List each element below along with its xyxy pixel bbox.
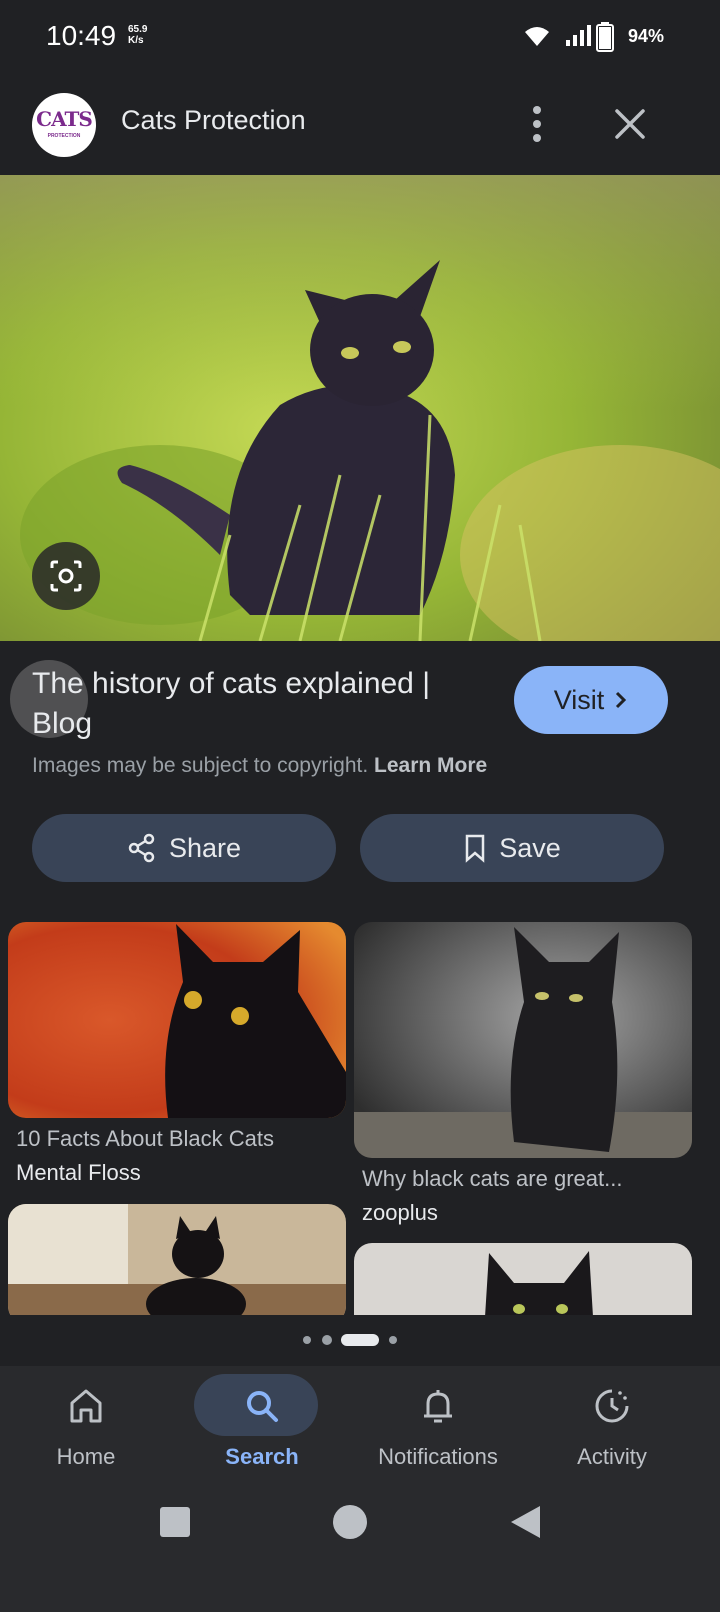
copyright-notice: Images may be subject to copyright. Lear… <box>32 754 487 778</box>
related-source: zooplus <box>362 1200 438 1225</box>
net-speed-value: 65.9 <box>128 24 148 35</box>
bottom-navigation: Home Search Notifications Activity <box>0 1366 720 1492</box>
signal-icon <box>566 25 591 46</box>
more-vert-icon[interactable] <box>522 102 552 146</box>
share-label: Share <box>168 832 242 863</box>
black-cat-in-grass-image <box>0 175 720 641</box>
nav-notifications-label: Notifications <box>378 1444 498 1469</box>
wifi-icon <box>525 27 549 46</box>
search-icon <box>247 1391 278 1422</box>
site-logo[interactable]: CATS PROTECTION <box>32 93 96 157</box>
black-cat-closeup-image <box>354 1243 692 1315</box>
close-icon[interactable] <box>612 106 648 142</box>
nav-home[interactable]: Home <box>0 1366 176 1492</box>
related-source: Mental Floss <box>16 1160 141 1185</box>
battery-icon <box>596 22 614 52</box>
nav-search[interactable]: Search <box>172 1366 352 1492</box>
pager-dot-active <box>341 1334 379 1346</box>
result-title[interactable]: The history of cats explained | Blog <box>32 664 482 744</box>
status-time: 10:49 <box>46 20 117 51</box>
related-image-zooplus[interactable] <box>354 922 692 1158</box>
related-images-grid: 10 Facts About Black Cats Mental Floss W… <box>0 900 720 1315</box>
nav-search-label: Search <box>225 1444 299 1469</box>
black-cat-walking-image <box>354 922 692 1158</box>
logo-text: CATS <box>36 107 93 131</box>
visit-label: Visit <box>553 684 605 715</box>
nav-home-label: Home <box>56 1444 116 1469</box>
status-bar: 10:49 65.9 K/s 94% <box>0 0 720 80</box>
chevron-right-icon <box>616 691 627 709</box>
bookmark-icon <box>465 834 485 863</box>
related-title[interactable]: 10 Facts About Black Cats <box>16 1126 274 1152</box>
black-cat-room-image <box>8 1204 346 1315</box>
activity-icon <box>595 1389 629 1423</box>
nav-notifications[interactable]: Notifications <box>348 1366 528 1492</box>
system-navigation-bar <box>0 1492 720 1612</box>
camera-lens-icon <box>50 560 82 592</box>
nav-activity-label: Activity <box>577 1444 647 1469</box>
nav-activity[interactable]: Activity <box>522 1366 702 1492</box>
related-title[interactable]: Why black cats are great... <box>362 1166 622 1192</box>
learn-more-link[interactable]: Learn More <box>374 754 487 777</box>
share-button[interactable]: Share <box>32 814 336 882</box>
related-image-mental-floss[interactable] <box>8 922 346 1118</box>
battery-percentage: 94% <box>627 26 664 46</box>
pager-dot <box>322 1335 332 1345</box>
back-button[interactable] <box>508 1504 542 1540</box>
save-label: Save <box>499 832 561 863</box>
pager-dot <box>389 1336 397 1344</box>
net-speed: 65.9 K/s <box>128 24 147 46</box>
black-cat-orange-bg-image <box>8 922 346 1118</box>
hero-image[interactable] <box>0 175 720 641</box>
home-system-button[interactable] <box>333 1505 367 1539</box>
save-button[interactable]: Save <box>360 814 664 882</box>
bell-icon <box>424 1390 452 1423</box>
recents-button[interactable] <box>160 1507 190 1537</box>
lens-search-button[interactable] <box>32 542 100 610</box>
visit-button[interactable]: Visit <box>514 666 668 734</box>
site-name[interactable]: Cats Protection <box>121 105 306 136</box>
net-speed-unit: K/s <box>128 35 144 46</box>
home-icon <box>70 1389 102 1423</box>
related-image-3[interactable] <box>8 1204 346 1315</box>
logo-subtext: PROTECTION <box>47 133 81 139</box>
pager-dot <box>303 1336 311 1344</box>
copyright-text: Images may be subject to copyright. <box>32 754 369 777</box>
related-image-4[interactable] <box>354 1243 692 1315</box>
share-icon <box>128 833 155 863</box>
